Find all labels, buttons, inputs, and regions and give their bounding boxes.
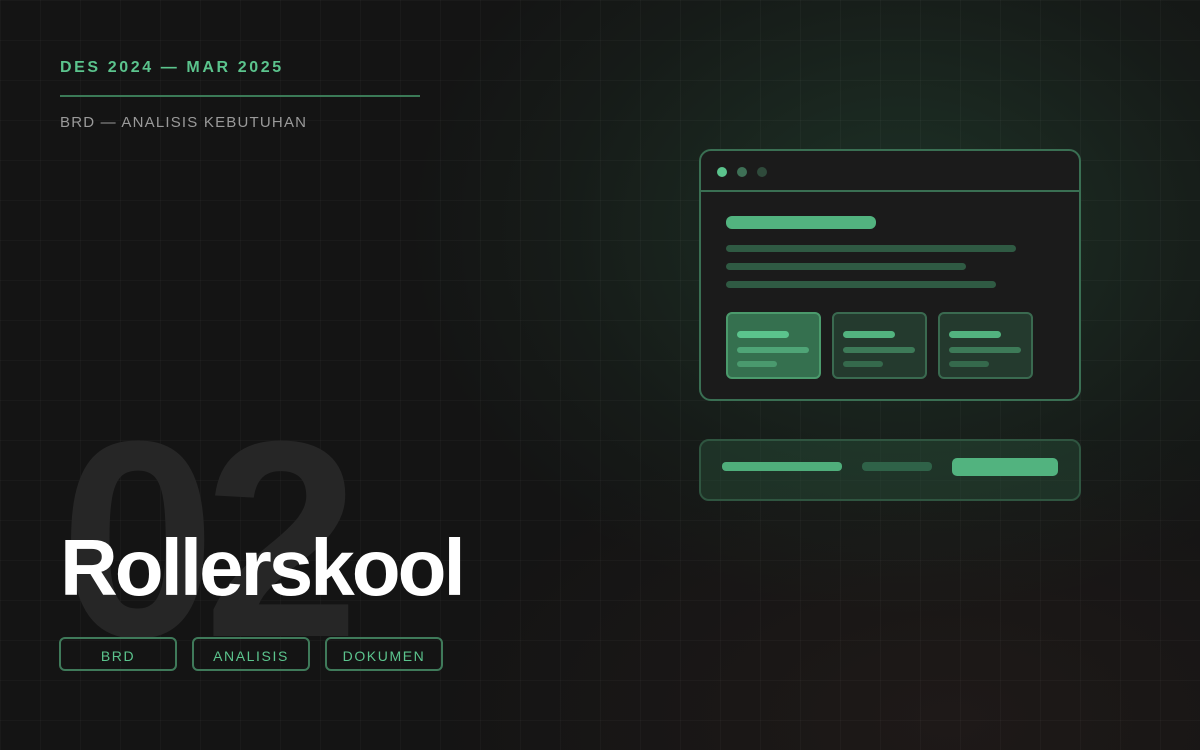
mockup-window bbox=[699, 149, 1081, 401]
date-range: DES 2024 — MAR 2025 bbox=[60, 59, 284, 76]
mockup-card bbox=[832, 312, 927, 379]
subtitle: BRD — ANALISIS KEBUTUHAN bbox=[60, 114, 308, 131]
mockup-bottom-panel bbox=[699, 439, 1081, 501]
mockup-window-bar bbox=[701, 151, 1079, 192]
card-line bbox=[949, 361, 989, 367]
card-line bbox=[737, 331, 789, 338]
card-line bbox=[843, 347, 915, 353]
tag-list: BRD ANALISIS DOKUMEN bbox=[59, 637, 443, 671]
mockup-heading-bar bbox=[726, 216, 876, 229]
card-line bbox=[949, 331, 1001, 338]
card-line bbox=[949, 347, 1021, 353]
mockup-card bbox=[938, 312, 1033, 379]
panel-line bbox=[722, 462, 842, 471]
card-line bbox=[843, 361, 883, 367]
project-title: Rollerskool bbox=[60, 523, 466, 612]
mockup-text-line bbox=[726, 263, 966, 270]
mockup-card-highlighted bbox=[726, 312, 821, 379]
window-dot-active bbox=[717, 167, 727, 177]
card-line bbox=[737, 361, 777, 367]
divider bbox=[60, 95, 420, 97]
tag-dokumen: DOKUMEN bbox=[325, 637, 443, 671]
window-dot bbox=[737, 167, 747, 177]
mockup-text-line bbox=[726, 245, 1016, 252]
window-dot bbox=[757, 167, 767, 177]
card-line bbox=[737, 347, 809, 353]
tag-brd: BRD bbox=[59, 637, 177, 671]
tag-analisis: ANALISIS bbox=[192, 637, 310, 671]
mockup-text-line bbox=[726, 281, 996, 288]
panel-line bbox=[862, 462, 932, 471]
card-line bbox=[843, 331, 895, 338]
panel-button-shape bbox=[952, 458, 1058, 476]
